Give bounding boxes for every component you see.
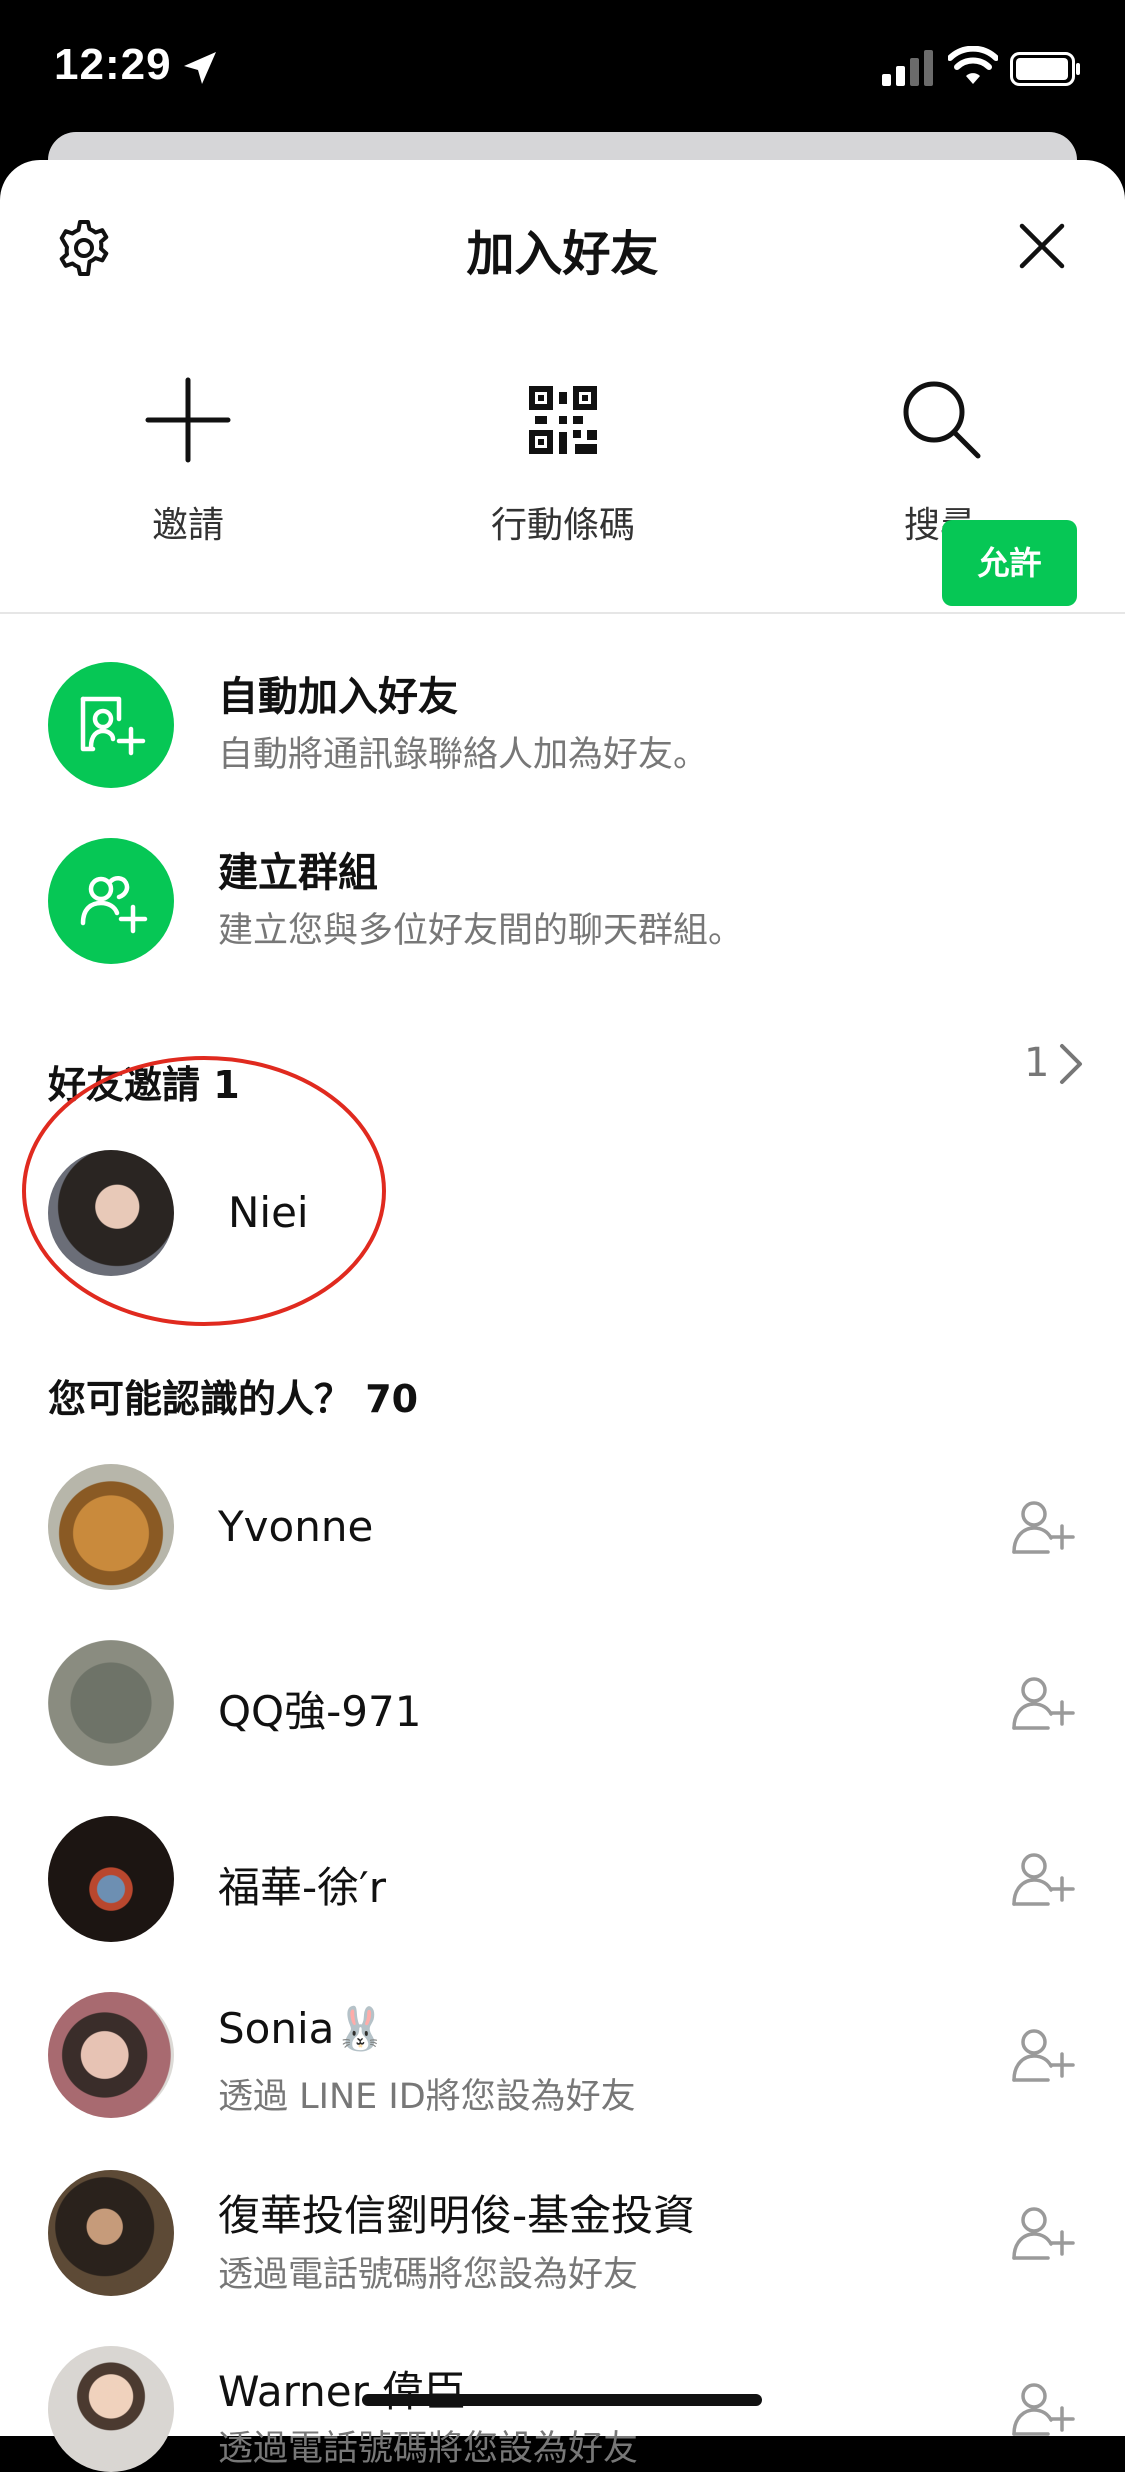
qr-code-icon	[529, 386, 597, 454]
qr-code-button[interactable]: 行動條碼	[413, 370, 713, 570]
friend-request-count: 1	[1024, 1040, 1050, 1086]
suggestion-name[interactable]: Sonia🐰	[218, 2004, 387, 2054]
suggestion-name[interactable]: 福華-徐′r	[218, 1854, 386, 1915]
add-friend-icon[interactable]	[1010, 2202, 1076, 2262]
qr-code-label: 行動條碼	[490, 505, 635, 546]
create-group-title[interactable]: 建立群組	[218, 840, 378, 898]
divider	[0, 612, 1125, 614]
create-group-subtitle: 建立您與多位好友間的聊天群組。	[218, 911, 744, 951]
add-friend-icon[interactable]	[1010, 2378, 1076, 2438]
sheet-header: 加入好友	[0, 160, 1125, 330]
suggestions-heading: 您可能認識的人？ 70	[48, 1377, 419, 1421]
wifi-icon	[948, 46, 998, 84]
avatar[interactable]	[48, 1464, 174, 1590]
avatar[interactable]	[48, 2346, 174, 2472]
group-add-icon	[80, 876, 148, 934]
invite-label: 邀請	[151, 505, 224, 546]
close-icon[interactable]	[1016, 220, 1068, 272]
status-time: 12:29	[54, 40, 172, 89]
suggestion-name[interactable]: Warner 偉臣	[218, 2358, 466, 2419]
suggestion-name[interactable]: Yvonne	[218, 1502, 373, 1551]
add-friend-icon[interactable]	[1010, 1672, 1076, 1732]
search-icon	[903, 381, 981, 459]
avatar[interactable]	[48, 1992, 174, 2118]
create-group-icon-circle[interactable]	[48, 838, 174, 964]
suggestion-subtitle: 透過電話號碼將您設為好友	[218, 2255, 639, 2295]
suggestion-subtitle: 透過 LINE ID將您設為好友	[218, 2077, 636, 2117]
suggestion-name[interactable]: 復華投信劉明俊-基金投資	[218, 2182, 695, 2243]
contact-add-icon	[80, 696, 146, 756]
avatar[interactable]	[48, 1816, 174, 1942]
suggestion-name[interactable]: QQ強-971	[218, 1678, 421, 1739]
suggestion-subtitle: 透過電話號碼將您設為好友	[218, 2429, 639, 2469]
cellular-signal-icon	[882, 50, 933, 86]
allow-button[interactable]: 允許	[942, 520, 1077, 606]
auto-add-subtitle: 自動將通訊錄聯絡人加為好友。	[218, 735, 709, 775]
plus-icon	[145, 377, 231, 463]
home-indicator	[362, 2394, 762, 2406]
invite-button[interactable]: 邀請	[38, 370, 338, 570]
chevron-right-icon[interactable]	[1056, 1040, 1086, 1088]
page-title: 加入好友	[466, 226, 659, 282]
add-friend-icon[interactable]	[1010, 1496, 1076, 1556]
avatar[interactable]	[48, 2170, 174, 2296]
location-arrow-icon	[184, 52, 216, 84]
status-bar: 12:29	[0, 0, 1125, 140]
auto-add-title: 自動加入好友	[218, 674, 458, 720]
add-friend-icon[interactable]	[1010, 1848, 1076, 1908]
auto-add-icon-circle	[48, 662, 174, 788]
battery-icon	[1010, 52, 1080, 86]
add-friend-icon[interactable]	[1010, 2024, 1076, 2084]
highlight-circle	[22, 1056, 386, 1326]
avatar[interactable]	[48, 1640, 174, 1766]
